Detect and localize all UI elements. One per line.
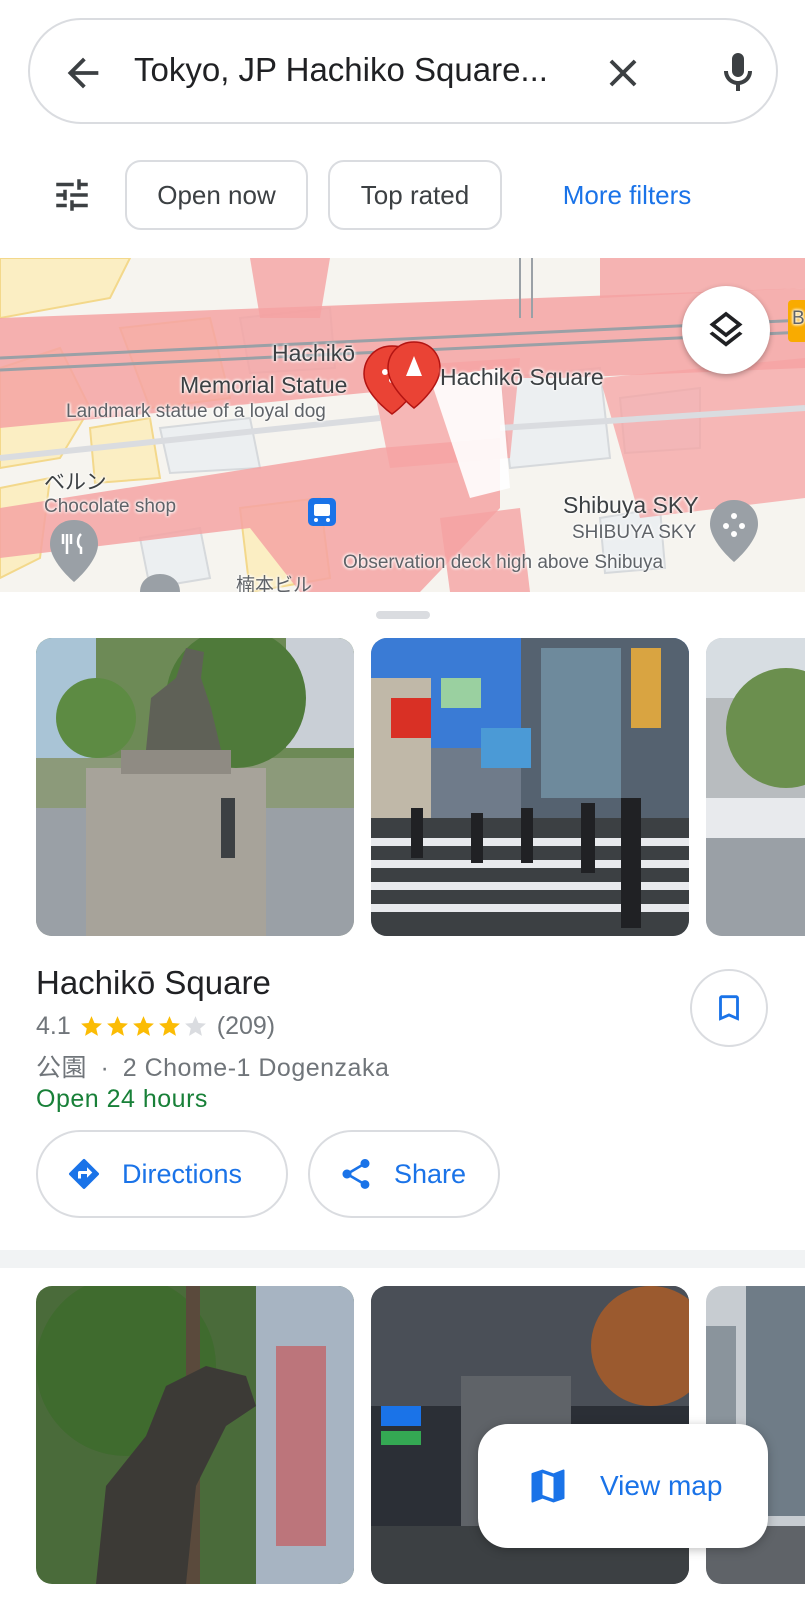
map-label-kusumoto: 楠本ビル xyxy=(236,575,313,592)
place-category: 公園 xyxy=(36,1054,88,1082)
bus-stop-icon[interactable] xyxy=(308,498,336,526)
detail-separator: · xyxy=(100,1054,110,1082)
star-icon xyxy=(158,1015,180,1036)
search-bar[interactable]: Tokyo, JP Hachiko Square... xyxy=(28,18,778,124)
rating-row[interactable]: 4.1 (209) xyxy=(36,1010,275,1042)
place-address: 2 Chome-1 Dogenzaka xyxy=(122,1054,390,1082)
map-label-memorial-desc: Landmark statue of a loyal dog xyxy=(66,401,326,422)
place-name: Hachikō Square xyxy=(36,964,271,1001)
map-icon xyxy=(531,1469,565,1503)
save-button[interactable] xyxy=(690,969,768,1047)
map-label-observation: Observation deck high above Shibuya xyxy=(343,552,664,573)
share-button[interactable]: Share xyxy=(308,1130,500,1218)
close-icon[interactable] xyxy=(600,50,646,96)
map-view[interactable]: Hachikō Memorial Statue Landmark statue … xyxy=(0,258,805,592)
share-icon xyxy=(342,1159,370,1189)
rating-stars xyxy=(79,1014,209,1039)
filter-row: Open now Top rated More filters xyxy=(0,158,805,232)
filter-chip-open-now[interactable]: Open now xyxy=(125,160,308,230)
tune-icon[interactable] xyxy=(50,174,94,216)
place-details: 公園 · 2 Chome-1 Dogenzaka xyxy=(36,1048,389,1084)
map-label-berun: ベルン xyxy=(44,471,107,494)
place-photo-statue[interactable] xyxy=(36,638,354,936)
result-photo-statue[interactable] xyxy=(36,1286,354,1584)
layers-icon xyxy=(709,311,743,347)
star-icon xyxy=(132,1015,154,1036)
star-icon xyxy=(184,1015,206,1036)
map-label-square: Hachikō Square xyxy=(440,364,604,390)
directions-label: Directions xyxy=(122,1158,243,1189)
review-count[interactable]: (209) xyxy=(217,1012,275,1041)
arrow-left-icon[interactable] xyxy=(60,50,106,96)
map-label-edge: B xyxy=(792,308,805,329)
search-input[interactable]: Tokyo, JP Hachiko Square... xyxy=(134,51,564,89)
star-icon xyxy=(106,1015,128,1036)
place-photo-plaza[interactable] xyxy=(706,638,805,936)
layers-button[interactable] xyxy=(682,286,770,374)
section-divider xyxy=(0,1250,805,1268)
directions-icon xyxy=(69,1158,100,1189)
map-label-chocolate: Chocolate shop xyxy=(44,496,177,517)
map-label-memorial-line2: Memorial Statue xyxy=(180,372,348,398)
bookmark-icon xyxy=(719,995,739,1021)
mic-icon[interactable] xyxy=(714,48,762,98)
place-photo-crossing[interactable] xyxy=(371,638,689,936)
map-label-sky-ja: SHIBUYA SKY xyxy=(572,522,697,543)
view-map-button[interactable]: View map xyxy=(478,1424,768,1548)
map-label-sky-en: Shibuya SKY xyxy=(563,492,699,518)
filter-chip-top-rated[interactable]: Top rated xyxy=(328,160,502,230)
opening-hours: Open 24 hours xyxy=(36,1085,208,1113)
share-label: Share xyxy=(394,1158,467,1189)
directions-button[interactable]: Directions xyxy=(36,1130,288,1218)
more-filters-link[interactable]: More filters xyxy=(532,160,722,230)
rating-value: 4.1 xyxy=(36,1011,71,1040)
map-label-memorial-line1: Hachikō xyxy=(272,340,356,366)
view-map-label: View map xyxy=(600,1470,723,1501)
sheet-drag-handle[interactable] xyxy=(376,611,430,619)
star-icon xyxy=(80,1015,102,1036)
